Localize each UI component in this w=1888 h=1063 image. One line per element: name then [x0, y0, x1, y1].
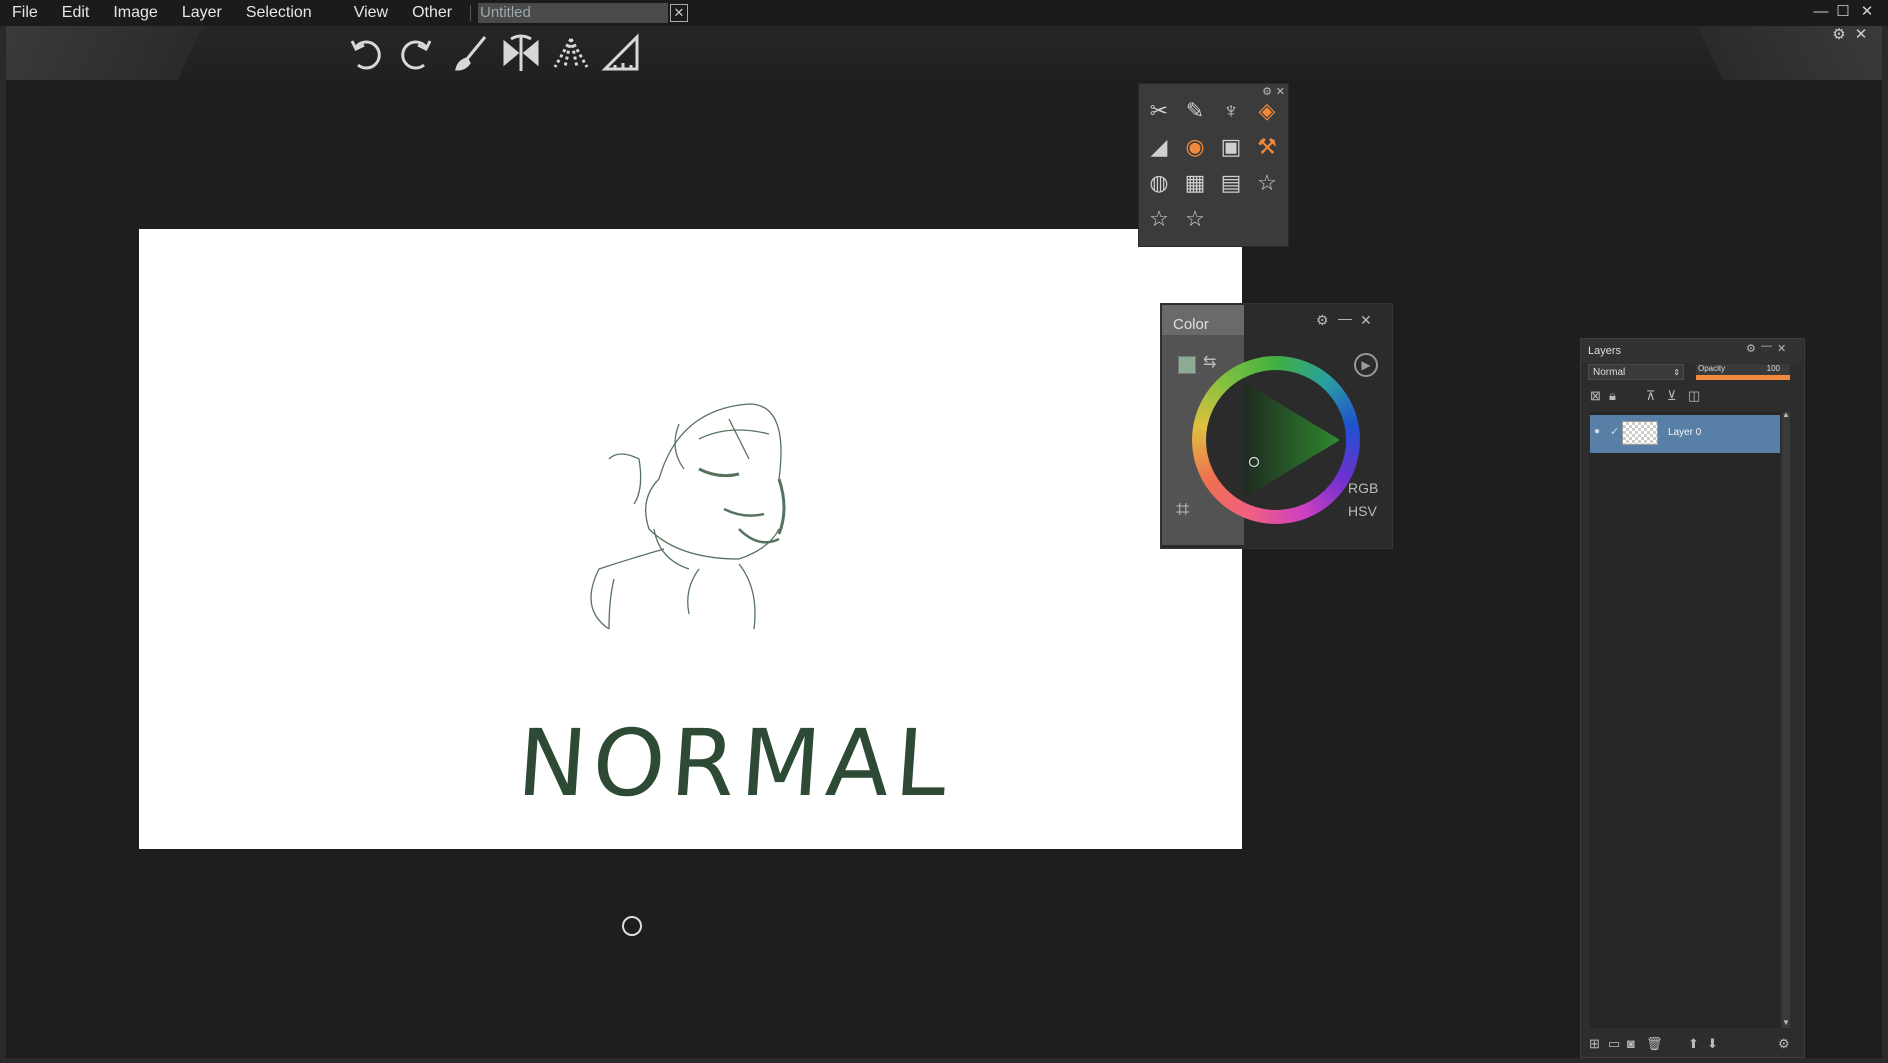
menu-view[interactable]: View: [342, 0, 400, 26]
checkmark-icon[interactable]: ✓: [1610, 425, 1619, 438]
color-icon[interactable]: ◉: [1181, 133, 1209, 161]
menu-other[interactable]: Other: [400, 0, 464, 26]
layers-icon[interactable]: ◈: [1253, 97, 1281, 125]
minimize-icon[interactable]: —: [1338, 310, 1352, 326]
opacity-label: Opacity: [1698, 364, 1726, 373]
brush-settings-icon[interactable]: ✎: [1181, 97, 1209, 125]
settings-icon[interactable]: ⚙: [1316, 312, 1329, 329]
close-icon[interactable]: ✕: [1360, 312, 1372, 329]
star-icon[interactable]: ☆: [1145, 205, 1173, 233]
perspective-icon[interactable]: [550, 32, 592, 74]
cursor-icon: [622, 916, 642, 936]
ruler-icon[interactable]: [600, 32, 642, 74]
move-up-icon[interactable]: ⬆: [1688, 1036, 1699, 1052]
chevron-updown-icon: ⇕: [1673, 368, 1680, 377]
image-icon[interactable]: ▣: [1217, 133, 1245, 161]
window-edge-left: [0, 26, 6, 1063]
new-folder-icon[interactable]: ▭: [1608, 1036, 1620, 1052]
tools-icon[interactable]: ✂: [1145, 97, 1173, 125]
grid-icon[interactable]: ▦: [1181, 169, 1209, 197]
window-edge-right: [1882, 26, 1888, 1063]
opacity-value: 100: [1766, 364, 1780, 373]
canvas-text: NORMAL: [514, 710, 957, 817]
lock-icon[interactable]: 🔒︎: [1609, 388, 1616, 404]
minimize-icon[interactable]: —: [1761, 340, 1772, 352]
layer-name: Layer 0: [1668, 427, 1702, 438]
settings-icon[interactable]: ⚙: [1830, 26, 1848, 44]
toolbox-panel: ⚙ ✕ ✂ ✎ ♆ ◈ ◢ ◉ ▣ ⚒ ◍ ▦ ▤ ☆ ☆ ☆: [1138, 83, 1289, 247]
flatten-icon[interactable]: ⊻: [1667, 388, 1677, 404]
menu-layer[interactable]: Layer: [170, 0, 234, 26]
layer-thumbnail: [1622, 421, 1658, 445]
palette-icon[interactable]: ◍: [1145, 169, 1173, 197]
play-icon[interactable]: ▶: [1354, 353, 1378, 377]
alpha-lock-icon[interactable]: ⊠: [1590, 388, 1601, 404]
drawing-canvas[interactable]: NORMAL: [139, 229, 1242, 849]
symmetry-icon[interactable]: [500, 32, 542, 74]
hammer-icon[interactable]: ⚒: [1253, 133, 1281, 161]
menu-file[interactable]: File: [0, 0, 50, 26]
menu-edit[interactable]: Edit: [50, 0, 102, 26]
settings-icon[interactable]: ⚙: [1778, 1036, 1790, 1052]
opacity-slider[interactable]: Opacity 100: [1696, 364, 1790, 380]
layer-row[interactable]: ● ✓ Layer 0: [1590, 415, 1780, 453]
star-icon[interactable]: ☆: [1181, 205, 1209, 233]
scroll-up-icon[interactable]: ▲: [1782, 410, 1790, 419]
merge-icon[interactable]: ⊼: [1646, 388, 1656, 404]
current-color-swatch[interactable]: [1178, 356, 1196, 374]
rgb-mode-label[interactable]: RGB: [1348, 480, 1378, 496]
settings-icon[interactable]: ⚙: [1746, 342, 1756, 355]
menu-selection[interactable]: Selection: [234, 0, 324, 26]
hsv-mode-label[interactable]: HSV: [1348, 503, 1377, 519]
minimize-button[interactable]: —: [1812, 3, 1830, 21]
new-layer-icon[interactable]: ⊞: [1589, 1036, 1600, 1052]
undo-icon[interactable]: [345, 32, 387, 74]
reference-icon[interactable]: ◫: [1688, 388, 1700, 404]
brush-icon[interactable]: [450, 32, 492, 74]
color-panel-title: Color: [1173, 316, 1209, 333]
close-icon[interactable]: ✕: [1777, 342, 1786, 355]
crop-icon[interactable]: ⌗: [1176, 496, 1190, 524]
menu-separator: [470, 5, 472, 21]
opacity-fill: [1696, 375, 1790, 380]
mask-icon[interactable]: ◙: [1627, 1036, 1635, 1051]
blend-mode-value: Normal: [1593, 367, 1626, 378]
layers-list: [1590, 412, 1780, 1028]
menu-image[interactable]: Image: [101, 0, 169, 26]
notes-icon[interactable]: ▤: [1217, 169, 1245, 197]
maximize-button[interactable]: ☐: [1834, 3, 1852, 21]
blend-mode-select[interactable]: Normal ⇕: [1588, 364, 1684, 380]
delete-icon[interactable]: 🗑︎: [1646, 1036, 1663, 1052]
visibility-icon[interactable]: ●: [1594, 426, 1600, 437]
close-panel-button[interactable]: ✕: [1852, 26, 1870, 44]
document-close-button[interactable]: ✕: [670, 4, 688, 22]
redo-icon[interactable]: [395, 32, 437, 74]
color-triangle[interactable]: [1206, 370, 1346, 510]
document-tab[interactable]: Untitled: [478, 3, 668, 23]
layers-scrollbar[interactable]: [1782, 412, 1790, 1028]
gradient-icon[interactable]: ◢: [1145, 133, 1173, 161]
window-edge-bottom: [0, 1058, 1888, 1063]
toolbar-bevel-left: [6, 26, 306, 80]
move-down-icon[interactable]: ⬇: [1707, 1036, 1718, 1052]
swap-colors-icon[interactable]: ⇆: [1203, 352, 1216, 372]
menu-bar: File Edit Image Layer Selection View Oth…: [0, 0, 477, 26]
close-window-button[interactable]: ✕: [1858, 3, 1876, 21]
scroll-down-icon[interactable]: ▼: [1782, 1018, 1790, 1027]
star-icon[interactable]: ☆: [1253, 169, 1281, 197]
layers-panel-title: Layers: [1588, 345, 1622, 357]
brush-cup-icon[interactable]: ♆: [1217, 97, 1245, 125]
